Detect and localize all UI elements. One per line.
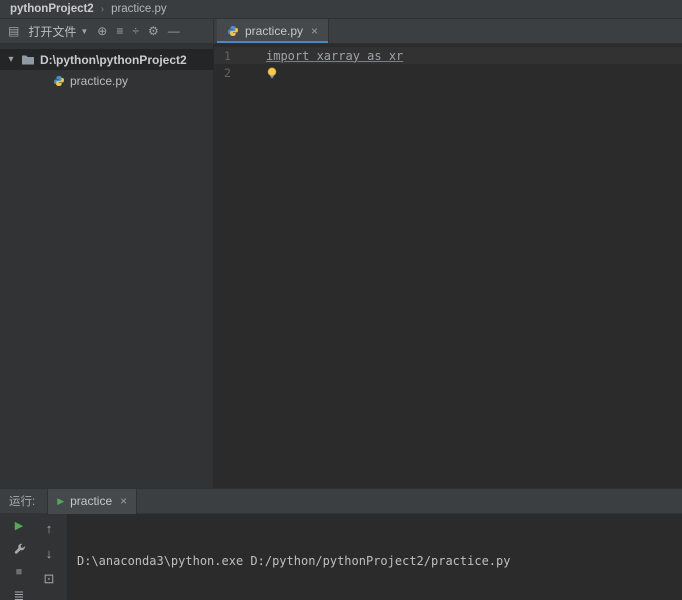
run-toolbar-col-1: ▶ ■ ≣: [10, 521, 28, 600]
run-tool-window: 运行: ▶ practice × ▶ ■ ≣ ↑ ↓: [0, 488, 682, 600]
python-file-icon: [227, 25, 239, 37]
line-number: 1: [214, 49, 260, 63]
project-scope-label: 打开文件: [28, 23, 76, 40]
project-tree: ▾ D:\python\pythonProject2 practice.py: [0, 44, 214, 488]
code-editor[interactable]: 1 import xarray as xr 2: [214, 44, 682, 488]
run-tab-practice[interactable]: ▶ practice ×: [47, 489, 137, 514]
run-toolbar-col-2: ↑ ↓ ⊡: [40, 521, 58, 600]
top-toolbar-row: ▤ 打开文件 ▼ ⊕ ≡ ÷ ⚙ — practice.py ×: [0, 19, 682, 44]
tree-item-root[interactable]: ▾ D:\python\pythonProject2: [0, 49, 213, 70]
console-line-command: D:\anaconda3\python.exe D:/python/python…: [77, 553, 678, 570]
run-config-icon: ▶: [57, 496, 64, 507]
breadcrumb-project[interactable]: pythonProject2: [10, 3, 94, 15]
main-area: ▾ D:\python\pythonProject2 practice.py 1…: [0, 44, 682, 488]
run-panel-title: 运行:: [9, 493, 35, 509]
tree-item-label: practice.py: [70, 74, 128, 88]
locate-file-icon[interactable]: ⊕: [97, 25, 107, 37]
editor-tab-bar: practice.py ×: [214, 19, 682, 44]
chevron-expanded-icon[interactable]: ▾: [6, 54, 16, 65]
project-scope-dropdown[interactable]: 打开文件 ▼: [28, 23, 88, 40]
collapse-all-icon[interactable]: ≡: [116, 25, 123, 37]
editor-line-1: 1 import xarray as xr: [214, 47, 682, 64]
code-text-import-statement: import xarray as xr: [266, 49, 403, 63]
pycharm-window: pythonProject2 › practice.py ▤ 打开文件 ▼ ⊕ …: [0, 0, 682, 600]
folder-icon: [21, 54, 35, 66]
intention-bulb-icon[interactable]: [266, 67, 278, 79]
more-options-icon[interactable]: ≣: [14, 589, 25, 600]
tab-practice-py[interactable]: practice.py ×: [217, 19, 329, 43]
expand-all-icon[interactable]: ÷: [132, 25, 139, 37]
tree-item-label: D:\python\pythonProject2: [40, 53, 187, 67]
open-files-icon: ▤: [8, 25, 19, 37]
restore-layout-button[interactable]: ⊡: [44, 571, 55, 585]
editor-line-2: 2: [214, 64, 682, 81]
tree-item-practice-py[interactable]: practice.py: [0, 70, 213, 91]
line-number: 2: [214, 66, 260, 80]
python-file-icon: [53, 75, 65, 87]
chevron-down-icon: ▼: [80, 27, 88, 36]
run-header: 运行: ▶ practice ×: [0, 489, 682, 514]
run-console[interactable]: D:\anaconda3\python.exe D:/python/python…: [68, 514, 682, 600]
close-icon[interactable]: ×: [120, 494, 127, 508]
breadcrumb: pythonProject2 › practice.py: [0, 0, 682, 19]
run-toolbar: ▶ ■ ≣ ↑ ↓ ⊡: [0, 514, 68, 600]
breadcrumb-separator-icon: ›: [101, 4, 104, 15]
close-icon[interactable]: ×: [311, 24, 318, 38]
wrench-icon[interactable]: [13, 543, 26, 556]
down-stack-trace-button[interactable]: ↓: [46, 546, 53, 560]
stop-button[interactable]: ■: [16, 567, 23, 578]
console-text: D:\anaconda3\python.exe D:/python/python…: [77, 554, 510, 568]
run-tab-label: practice: [70, 494, 112, 508]
breadcrumb-file[interactable]: practice.py: [111, 3, 167, 15]
hide-panel-icon[interactable]: —: [168, 25, 180, 37]
up-stack-trace-button[interactable]: ↑: [46, 521, 53, 535]
project-toolbar: ▤ 打开文件 ▼ ⊕ ≡ ÷ ⚙ —: [0, 19, 214, 44]
tab-label: practice.py: [245, 24, 303, 38]
rerun-button[interactable]: ▶: [15, 521, 23, 532]
settings-gear-icon[interactable]: ⚙: [148, 25, 159, 37]
run-body: ▶ ■ ≣ ↑ ↓ ⊡ D:\anaconda3\python.exe D:/p…: [0, 514, 682, 600]
